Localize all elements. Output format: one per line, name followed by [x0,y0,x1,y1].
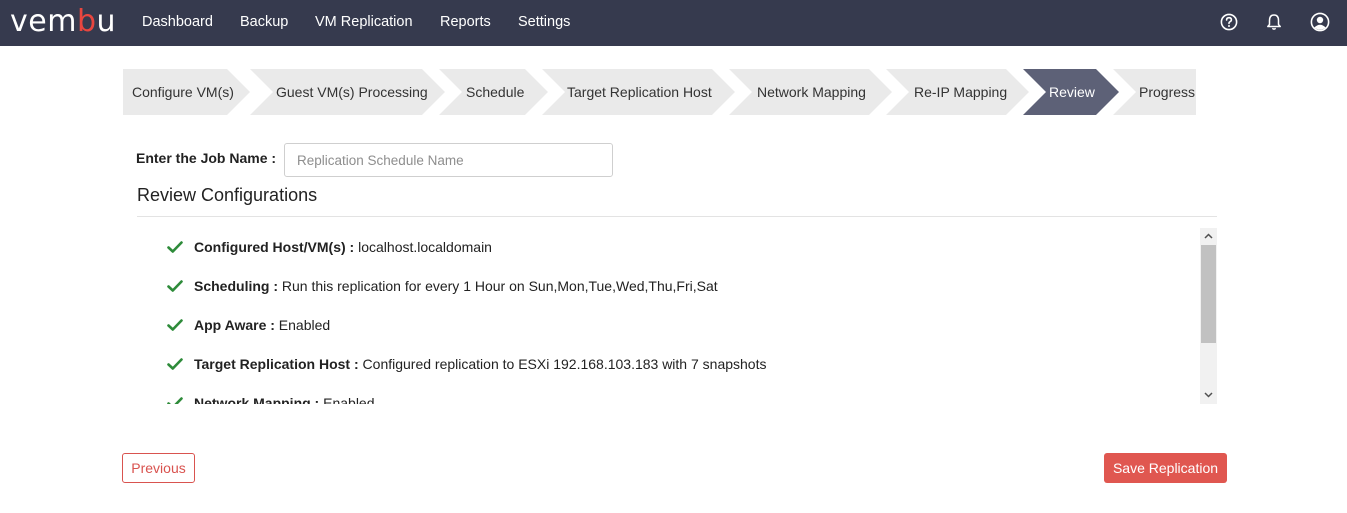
vembu-logo[interactable]: vembu [10,2,116,42]
step-review[interactable]: Review [1023,69,1119,115]
check-icon [167,280,183,292]
scroll-thumb[interactable] [1201,245,1216,343]
step-label: Guest VM(s) Processing [276,84,428,100]
save-replication-button[interactable]: Save Replication [1104,453,1227,483]
nav-vm-replication[interactable]: VM Replication [315,0,413,46]
step-network-mapping[interactable]: Network Mapping [729,69,892,115]
check-icon [167,358,183,370]
step-target-replication-host[interactable]: Target Replication Host [542,69,735,115]
nav-dashboard[interactable]: Dashboard [142,0,213,46]
step-progress[interactable]: Progress [1113,69,1196,115]
step-label: Target Replication Host [567,84,712,100]
review-item-key: App Aware : Enabled [194,317,331,333]
scroll-down-arrow-icon[interactable] [1200,387,1217,403]
check-icon [167,241,183,253]
wizard-steps: Configure VM(s) Guest VM(s) Processing S… [123,69,1196,115]
review-item-value: Enabled [278,317,331,333]
scroll-up-arrow-icon[interactable] [1200,228,1217,244]
step-label: Review [1049,84,1095,100]
bell-icon[interactable] [1263,11,1285,33]
review-item-key: Network Mapping : Enabled [194,393,375,404]
review-item-value: Enabled [323,395,375,404]
check-icon [167,397,183,404]
step-label: Configure VM(s) [132,84,234,100]
review-item-value: Run this replication for every 1 Hour on… [281,278,718,294]
previous-button[interactable]: Previous [122,453,195,483]
review-item-key: Target Replication Host : Configured rep… [194,356,767,372]
nav-reports[interactable]: Reports [440,0,491,46]
top-navbar: vembu Dashboard Backup VM Replication Re… [0,0,1347,46]
job-name-label: Enter the Job Name : [136,150,277,166]
step-re-ip-mapping[interactable]: Re-IP Mapping [886,69,1029,115]
step-label: Schedule [466,84,525,100]
step-guest-vm-processing[interactable]: Guest VM(s) Processing [250,69,445,115]
check-icon [167,319,183,331]
step-label: Re-IP Mapping [914,84,1008,100]
review-item-key: Configured Host/VM(s) : localhost.locald… [194,239,492,255]
review-scrollbar[interactable] [1200,228,1217,404]
nav-settings[interactable]: Settings [518,0,570,46]
step-schedule[interactable]: Schedule [439,69,548,115]
divider [137,216,1217,217]
review-configurations-title: Review Configurations [137,185,318,205]
nav-backup[interactable]: Backup [240,0,288,46]
step-label: Progress [1139,84,1196,100]
job-name-input[interactable] [284,143,613,177]
review-list[interactable]: Configured Host/VM(s) : localhost.locald… [137,228,1217,404]
step-configure-vms[interactable]: Configure VM(s) [123,69,250,115]
step-label: Network Mapping [757,84,866,100]
review-item-value: Configured replication to ESXi 192.168.1… [362,356,767,372]
help-circle-icon[interactable] [1218,11,1240,33]
review-item-key: Scheduling : Run this replication for ev… [194,278,718,294]
review-item-value: localhost.localdomain [358,239,492,255]
user-account-icon[interactable] [1309,11,1331,33]
